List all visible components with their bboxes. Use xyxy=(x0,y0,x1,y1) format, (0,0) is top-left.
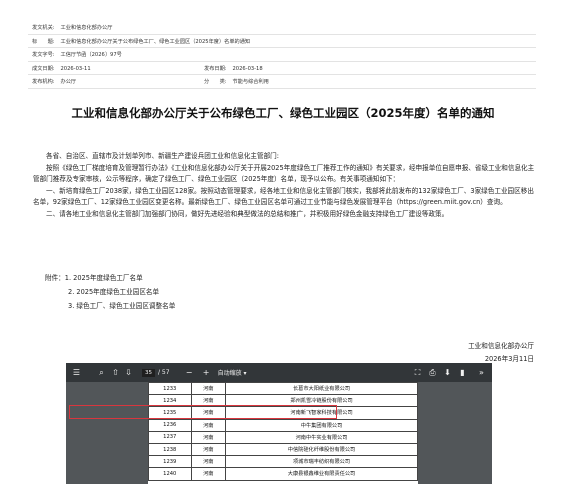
table-cell: 河南 xyxy=(190,455,227,469)
highlight-box xyxy=(69,405,337,419)
meta-issuer-value: 工业和信息化部办公厅 xyxy=(60,25,113,31)
table-cell: 1240 xyxy=(148,467,192,481)
table-row: 1233 河南 长葛市大阳纸业有限公司 xyxy=(148,381,418,396)
document-body: 各省、自治区、直辖市及计划单列市、新疆生产建设兵团工业和信息化主管部门: 按照《… xyxy=(33,151,535,220)
salutation: 各省、自治区、直辖市及计划单列市、新疆生产建设兵团工业和信息化主管部门: xyxy=(46,152,280,160)
table-cell: 中信院硅化纤维股份有限公司 xyxy=(225,442,418,457)
meta-org: 发布机构: 办公厅 xyxy=(32,78,76,85)
meta-docno-label: 发文字号: xyxy=(32,52,55,58)
zoom-in-icon[interactable]: + xyxy=(201,367,212,378)
meta-category: 分 类: 节能与综合利用 xyxy=(204,78,269,85)
fullscreen-icon[interactable]: ⛶ xyxy=(412,367,423,378)
divider xyxy=(28,61,536,62)
table-cell: 河南 xyxy=(190,467,227,481)
table-cell: 1239 xyxy=(148,455,192,469)
zoom-out-icon[interactable]: − xyxy=(184,367,195,378)
page-number-input[interactable]: 35 xyxy=(142,368,155,377)
pdf-toolbar: ☰ ⌕ ⇧ ⇩ 35 / 57 − + 自动缩放 ▾ ⛶ ⎙ ⬇ ▮ » xyxy=(66,363,492,382)
table-cell: 1238 xyxy=(148,442,192,457)
meta-title: 标 题: 工业和信息化部办公厅关于公布绿色工厂、绿色工业园区（2025年度）名单的… xyxy=(32,38,250,45)
pdf-page: 1233 河南 长葛市大阳纸业有限公司 1234 河南 郑州凯雪冷链股份有限公司 1235 河… xyxy=(148,381,418,484)
meta-org-label: 发布机构: xyxy=(32,79,55,85)
chevron-down-icon: ▾ xyxy=(243,370,247,377)
attachment-item[interactable]: 2. 2025年度绿色工业园区名单 xyxy=(68,286,159,296)
arrow-down-icon[interactable]: ⇩ xyxy=(123,367,134,378)
search-icon[interactable]: ⌕ xyxy=(96,367,107,378)
meta-category-label: 分 类: xyxy=(204,79,227,85)
meta-title-value: 工业和信息化部办公厅关于公布绿色工厂、绿色工业园区（2025年度）名单的通知 xyxy=(60,39,251,45)
sidebar-toggle-icon[interactable]: ☰ xyxy=(71,367,82,378)
print-icon[interactable]: ⎙ xyxy=(427,367,438,378)
arrow-up-icon[interactable]: ⇧ xyxy=(110,367,121,378)
meta-issuer-label: 发文机关: xyxy=(32,25,55,31)
meta-issuer: 发文机关: 工业和信息化部办公厅 xyxy=(32,24,112,31)
table-row: 1240 河南 大康县银鑫维业有限责任公司 xyxy=(148,467,418,481)
meta-written: 成文日期: 2026-03-11 xyxy=(32,65,91,72)
table-cell: 1236 xyxy=(148,418,192,432)
table-cell: 河南中牛实业有限公司 xyxy=(225,430,418,444)
meta-written-value: 2026-03-11 xyxy=(60,66,91,72)
meta-written-label: 成文日期: xyxy=(32,66,55,72)
divider xyxy=(28,74,536,75)
paragraph: 一、新培育绿色工厂2038家，绿色工业园区128家。按照动态管理要求，经各地工业… xyxy=(33,186,534,207)
table-cell: 1233 xyxy=(148,381,192,396)
table-cell: 1237 xyxy=(148,430,192,444)
meta-docno: 发文字号: 工信厅节函〔2026〕97号 xyxy=(32,51,122,58)
meta-docno-value: 工信厅节函〔2026〕97号 xyxy=(60,52,122,58)
meta-published: 发布日期: 2026-03-18 xyxy=(204,65,263,72)
table-row: 1236 河南 中牛集团有限公司 xyxy=(148,418,418,432)
table-cell: 河南 xyxy=(190,418,227,432)
document-title: 工业和信息化部办公厅关于公布绿色工厂、绿色工业园区（2025年度）名单的通知 xyxy=(71,106,495,120)
more-tools-icon[interactable]: » xyxy=(476,367,487,378)
table-row: 1239 河南 项城市瑞丰纺织有限公司 xyxy=(148,455,418,469)
paragraph: 按照《绿色工厂梯度培育及管理暂行办法》《工业和信息化部办公厅关于开展2025年度… xyxy=(33,163,535,184)
divider xyxy=(28,47,536,48)
meta-title-label: 标 题: xyxy=(32,39,55,45)
table-cell: 长葛市大阳纸业有限公司 xyxy=(225,381,418,396)
table-cell: 中牛集团有限公司 xyxy=(225,418,418,432)
page-total: / 57 xyxy=(158,369,170,376)
signature-org: 工业和信息化部办公厅 xyxy=(468,342,534,350)
signature-date: 2026年3月11日 xyxy=(484,355,534,363)
zoom-select-label: 自动缩放 xyxy=(217,370,242,377)
meta-published-value: 2026-03-18 xyxy=(232,66,263,72)
bookmark-icon[interactable]: ▮ xyxy=(457,367,468,378)
download-icon[interactable]: ⬇ xyxy=(442,367,453,378)
divider xyxy=(28,34,536,35)
meta-category-value: 节能与综合利用 xyxy=(232,79,269,85)
table-cell: 河南 xyxy=(190,430,227,444)
zoom-select[interactable]: 自动缩放 ▾ xyxy=(218,368,247,377)
table-cell: 河南 xyxy=(190,442,227,457)
table-row: 1237 河南 河南中牛实业有限公司 xyxy=(148,430,418,444)
table-row: 1238 河南 中信院硅化纤维股份有限公司 xyxy=(148,442,418,457)
company-table: 1233 河南 长葛市大阳纸业有限公司 1234 河南 郑州凯雪冷链股份有限公司 1235 河… xyxy=(148,381,418,481)
meta-published-label: 发布日期: xyxy=(204,66,227,72)
table-cell: 河南 xyxy=(190,381,227,396)
paragraph: 二、请各地工业和信息化主管部门加强部门协同，做好先进经验和典型做法的总结和推广，… xyxy=(46,209,449,218)
pdf-viewer: ☰ ⌕ ⇧ ⇩ 35 / 57 − + 自动缩放 ▾ ⛶ ⎙ ⬇ ▮ » 123… xyxy=(66,363,492,484)
divider xyxy=(28,88,536,89)
table-cell: 项城市瑞丰纺织有限公司 xyxy=(225,455,418,469)
table-cell: 大康县银鑫维业有限责任公司 xyxy=(225,467,418,481)
attachment-item[interactable]: 附件：1. 2025年度绿色工厂名单 xyxy=(45,272,143,282)
attachment-item[interactable]: 3. 绿色工厂、绿色工业园区调整名单 xyxy=(68,300,175,310)
meta-org-value: 办公厅 xyxy=(60,79,77,85)
